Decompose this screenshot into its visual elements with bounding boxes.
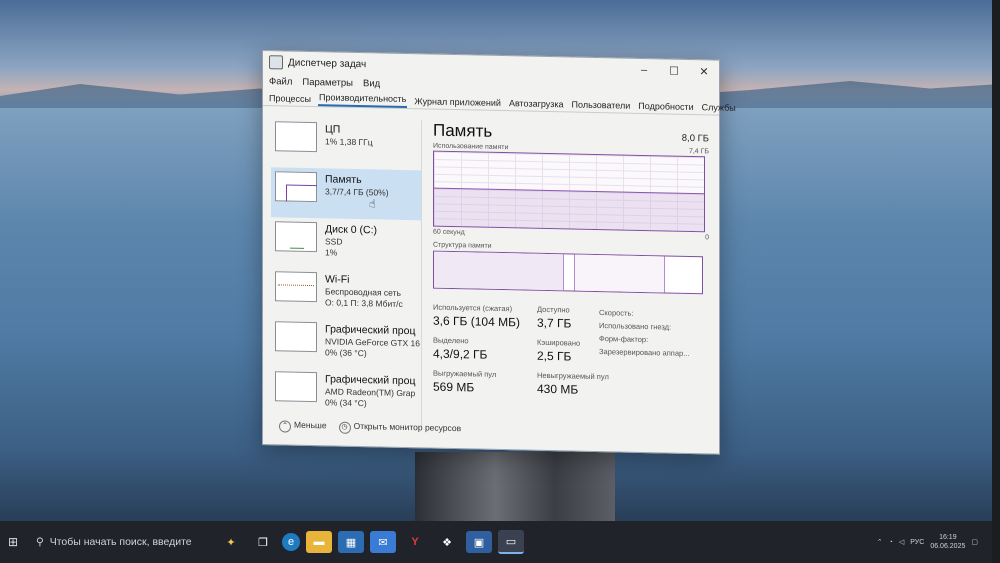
prop-hw-reserved: Зарезервировано аппар... <box>599 347 690 358</box>
taskbar-search[interactable]: ⚲ Чтобы начать поиск, введите <box>30 531 215 553</box>
maximize-button[interactable]: ☐ <box>659 64 689 78</box>
desktop-pier <box>415 452 615 522</box>
start-icon[interactable]: ⊞ <box>0 535 26 549</box>
stat-nonpaged-value: 430 МБ <box>537 381 579 397</box>
gpu0-mini-graph <box>275 321 317 353</box>
memory-detail-panel: Память 8,0 ГБ Использование памяти 7,4 Г… <box>433 121 709 400</box>
resource-wifi[interactable]: Wi-Fi Беспроводная сеть О: 0,1 П: 3,8 Мб… <box>271 267 421 320</box>
network-icon[interactable]: ◔ <box>889 539 893 546</box>
resource-memory[interactable]: Память 3,7/7,4 ГБ (50%) ☝ <box>271 167 421 221</box>
footer: ⌃ Меньше ◷ Открыть монитор ресурсов <box>279 419 461 436</box>
composition-modified <box>563 254 576 291</box>
edge-icon[interactable]: e <box>282 533 300 551</box>
resource-detail: 3,7/7,4 ГБ (50%) <box>325 186 389 198</box>
minimize-button[interactable]: – <box>629 64 659 77</box>
notifications-icon[interactable]: ▢ <box>971 538 978 546</box>
mail-icon[interactable]: ✉ <box>370 531 396 553</box>
resource-gpu-1[interactable]: Графический проц AMD Radeon(TM) Grap 0% … <box>271 367 421 420</box>
task-manager-taskbar-icon[interactable]: ▭ <box>498 530 524 554</box>
composition-standby <box>575 254 665 293</box>
fewer-details-link[interactable]: ⌃ Меньше <box>279 419 327 433</box>
search-placeholder: Чтобы начать поиск, введите <box>49 536 192 548</box>
taskbar: ⊞ ⚲ Чтобы начать поиск, введите ✦ ❐ e ▬ … <box>0 521 992 563</box>
stat-available-value: 3,7 ГБ <box>537 315 572 331</box>
resource-name: Память <box>325 173 362 187</box>
window-title: Диспетчер задач <box>288 57 367 70</box>
stat-available-label: Доступно <box>537 304 570 315</box>
clock[interactable]: 16:19 06.06.2025 <box>930 533 965 551</box>
memory-total: 8,0 ГБ <box>681 132 709 145</box>
volume-icon[interactable]: ◁ <box>899 538 904 546</box>
resource-gpu-0[interactable]: Графический проц NVIDIA GeForce GTX 16 0… <box>271 317 421 370</box>
dropbox-icon[interactable]: ❖ <box>434 531 460 553</box>
search-icon: ⚲ <box>36 536 44 548</box>
resource-list: ЦП 1% 1,38 ГГц Память 3,7/7,4 ГБ (50%) ☝… <box>271 117 422 427</box>
wifi-mini-graph <box>275 271 317 303</box>
memory-composition-bar <box>433 250 703 295</box>
task-manager-window: Диспетчер задач – ☐ ✕ Файл Параметры Вид… <box>262 50 736 455</box>
stat-committed-label: Выделено <box>433 335 469 346</box>
resource-detail-2: 1% <box>325 247 338 258</box>
memory-usage-graph <box>433 150 705 233</box>
highlights-icon[interactable]: ✦ <box>218 531 244 553</box>
task-manager-icon <box>269 55 283 70</box>
clock-date: 06.06.2025 <box>930 543 966 550</box>
resource-detail: 1% 1,38 ГГц <box>325 136 373 148</box>
stat-in-use-value: 3,6 ГБ (104 МБ) <box>433 313 520 330</box>
open-resource-monitor-link[interactable]: ◷ Открыть монитор ресурсов <box>338 420 462 437</box>
resource-disk[interactable]: Диск 0 (C:) SSD 1% <box>271 217 421 270</box>
stat-nonpaged-label: Невыгружаемый пул <box>537 370 609 382</box>
tab-details[interactable]: Подробности <box>637 101 694 114</box>
input-language[interactable]: РУС <box>910 539 924 546</box>
resource-detail-2: 0% (34 °C) <box>325 397 367 409</box>
open-resource-monitor-label: Открыть монитор ресурсов <box>353 420 462 434</box>
stat-cached-label: Кэшировано <box>537 337 581 348</box>
graph-zero-label: 0 <box>705 234 709 242</box>
task-view-icon[interactable]: ❐ <box>250 531 276 553</box>
graph-time-label: 60 секунд <box>433 228 465 237</box>
gpu1-mini-graph <box>275 371 317 403</box>
clock-time: 16:19 <box>939 534 957 541</box>
memory-mini-graph <box>275 171 317 203</box>
stat-in-use-label: Используется (сжатая) <box>433 302 513 314</box>
resource-cpu[interactable]: ЦП 1% 1,38 ГГц <box>271 117 421 170</box>
tab-startup[interactable]: Автозагрузка <box>508 98 565 111</box>
tray-chevron-icon[interactable]: ⌃ <box>877 538 883 546</box>
mouse-cursor-icon: ☝ <box>369 198 376 211</box>
composition-in-use <box>434 251 564 291</box>
usage-graph-max: 7,4 ГБ <box>688 147 709 156</box>
resource-name: Диск 0 (C:) <box>325 223 377 237</box>
tab-services[interactable]: Службы <box>701 102 737 115</box>
menu-file[interactable]: Файл <box>269 76 292 87</box>
cpu-mini-graph <box>275 121 317 153</box>
tab-performance[interactable]: Производительность <box>318 92 408 109</box>
resource-detail-2: 0% (36 °C) <box>325 347 367 359</box>
close-button[interactable]: ✕ <box>689 64 719 78</box>
monitor-bezel <box>992 0 1000 563</box>
file-explorer-icon[interactable]: ▬ <box>306 531 332 553</box>
menu-options[interactable]: Параметры <box>302 76 353 88</box>
chevron-up-icon: ⌃ <box>279 420 291 433</box>
stat-paged-value: 569 МБ <box>433 379 475 395</box>
tab-app-history[interactable]: Журнал приложений <box>413 96 502 110</box>
store-icon[interactable]: ▦ <box>338 531 364 553</box>
menu-view[interactable]: Вид <box>363 78 380 89</box>
system-tray: ⌃ ◔ ◁ РУС 16:19 06.06.2025 ▢ <box>877 533 992 551</box>
resource-monitor-icon: ◷ <box>338 421 351 434</box>
memory-usage-fill <box>434 187 704 232</box>
stat-cached-value: 2,5 ГБ <box>537 348 572 364</box>
stat-paged-label: Выгружаемый пул <box>433 368 497 379</box>
memory-title: Память <box>433 120 493 141</box>
resource-name: ЦП <box>325 123 341 136</box>
yandex-browser-icon[interactable]: Y <box>402 531 428 553</box>
fewer-details-label: Меньше <box>294 419 327 431</box>
tab-users[interactable]: Пользователи <box>571 99 632 112</box>
app-icon[interactable]: ▣ <box>466 531 492 553</box>
disk-mini-graph <box>275 221 317 253</box>
stat-committed-value: 4,3/9,2 ГБ <box>433 346 488 362</box>
resource-detail-2: О: 0,1 П: 3,8 Мбит/с <box>325 297 403 309</box>
tab-processes[interactable]: Процессы <box>268 93 312 106</box>
